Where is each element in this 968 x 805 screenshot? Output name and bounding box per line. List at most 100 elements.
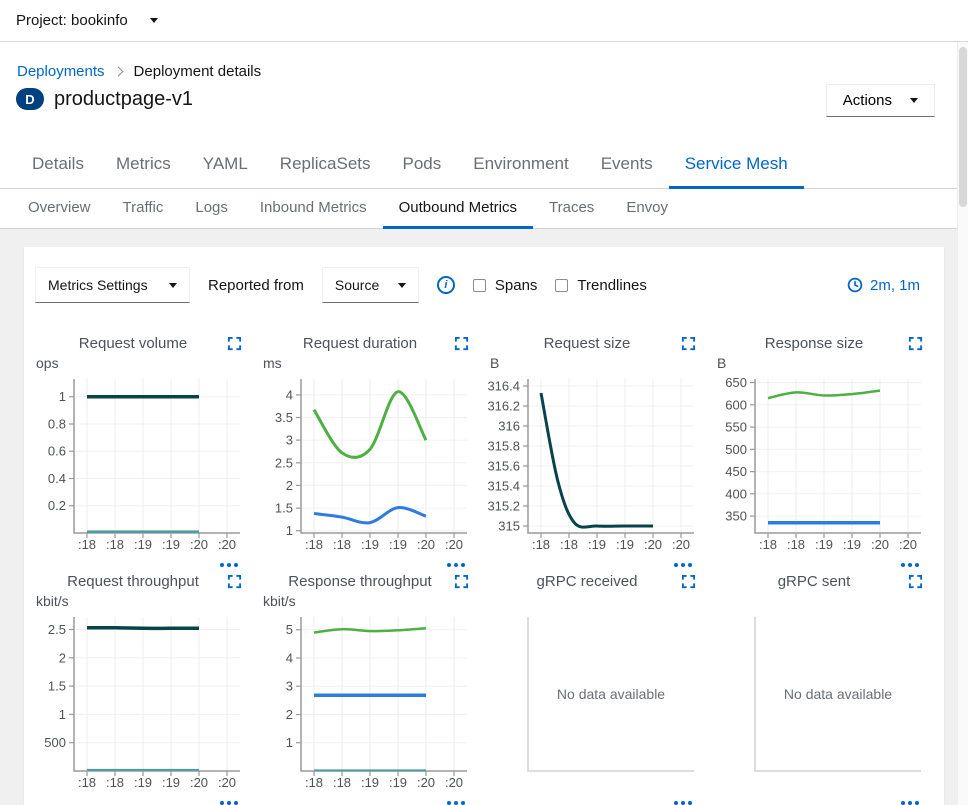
chart-unit-label: kbit/s: [36, 593, 252, 611]
svg-text::19: :19: [815, 537, 833, 552]
chart-unit-label: [490, 593, 706, 611]
chart-header: gRPC received: [488, 573, 706, 593]
chart-kebab-menu[interactable]: [715, 801, 933, 805]
chart-kebab-menu[interactable]: [261, 563, 479, 567]
svg-text::18: :18: [78, 537, 96, 552]
expand-icon[interactable]: [227, 574, 242, 589]
svg-text:450: 450: [725, 464, 747, 479]
chart-title: Request duration: [303, 335, 417, 352]
tab-service-mesh[interactable]: Service Mesh: [669, 142, 804, 189]
chart-plot: No data available: [715, 611, 933, 797]
expand-icon[interactable]: [681, 336, 696, 351]
expand-icon[interactable]: [681, 574, 696, 589]
svg-text::19: :19: [361, 537, 379, 552]
tab-details[interactable]: Details: [16, 142, 100, 189]
metrics-card: Metrics Settings Reported from Source i …: [24, 247, 944, 805]
chart-unit-label: kbit/s: [263, 593, 479, 611]
time-range-button[interactable]: 2m, 1m: [847, 277, 920, 294]
svg-text::18: :18: [560, 537, 578, 552]
secondary-tabs: OverviewTrafficLogsInbound MetricsOutbou…: [0, 189, 968, 229]
svg-text:500: 500: [725, 442, 747, 457]
metrics-toolbar: Metrics Settings Reported from Source i …: [35, 267, 920, 303]
source-dropdown[interactable]: Source: [322, 267, 419, 303]
svg-text:1.5: 1.5: [48, 679, 66, 694]
subtab-traffic[interactable]: Traffic: [107, 189, 180, 229]
subtab-overview[interactable]: Overview: [12, 189, 107, 229]
svg-text:315.8: 315.8: [488, 439, 520, 454]
charts-grid: Request volumeops0.20.40.60.81:18:18:19:…: [34, 335, 934, 805]
svg-text::20: :20: [899, 537, 917, 552]
chart-plot: 0.20.40.60.81:18:18:19:19:20:20: [34, 373, 252, 559]
expand-icon[interactable]: [908, 574, 923, 589]
svg-text:No data available: No data available: [557, 686, 665, 702]
svg-text::18: :18: [787, 537, 805, 552]
spans-label: Spans: [495, 277, 538, 294]
chart-kebab-menu[interactable]: [715, 563, 933, 567]
svg-text:1: 1: [59, 707, 66, 722]
svg-text::18: :18: [333, 537, 351, 552]
trendlines-checkbox[interactable]: Trendlines: [555, 277, 646, 294]
svg-text::19: :19: [162, 537, 180, 552]
chart-header: Request size: [488, 335, 706, 355]
breadcrumb-link-deployments[interactable]: Deployments: [17, 63, 105, 80]
svg-text:4: 4: [286, 387, 293, 402]
svg-text::19: :19: [162, 775, 180, 790]
chart-plot: No data available: [488, 611, 706, 797]
tab-metrics[interactable]: Metrics: [100, 142, 187, 189]
chart-grpc-sent: gRPC sent No data available: [715, 573, 933, 805]
chart-kebab-menu[interactable]: [34, 563, 252, 567]
chart-grpc-received: gRPC received No data available: [488, 573, 706, 805]
page-header: Deployments Deployment details D product…: [0, 42, 968, 229]
subtab-envoy[interactable]: Envoy: [610, 189, 684, 229]
svg-text::20: :20: [417, 775, 435, 790]
caret-down-icon: [910, 98, 918, 103]
subtab-logs[interactable]: Logs: [179, 189, 244, 229]
expand-icon[interactable]: [908, 336, 923, 351]
svg-text:315.2: 315.2: [488, 499, 520, 514]
caret-down-icon: [169, 283, 177, 288]
expand-icon[interactable]: [227, 336, 242, 351]
svg-text:316: 316: [498, 419, 520, 434]
chart-kebab-menu[interactable]: [34, 801, 252, 805]
chart-unit-label: [717, 593, 933, 611]
project-switcher[interactable]: Project: bookinfo: [16, 12, 158, 29]
svg-text::20: :20: [218, 775, 236, 790]
svg-text::18: :18: [305, 775, 323, 790]
spans-checkbox[interactable]: Spans: [473, 277, 538, 294]
info-icon[interactable]: i: [437, 276, 455, 294]
svg-text::20: :20: [445, 537, 463, 552]
chart-kebab-menu[interactable]: [488, 563, 706, 567]
svg-text::20: :20: [218, 537, 236, 552]
chart-title: gRPC received: [537, 573, 638, 590]
chart-kebab-menu[interactable]: [261, 801, 479, 805]
tab-environment[interactable]: Environment: [457, 142, 584, 189]
expand-icon[interactable]: [454, 574, 469, 589]
vertical-scrollbar[interactable]: [957, 42, 968, 805]
svg-text::18: :18: [759, 537, 777, 552]
chart-header: gRPC sent: [715, 573, 933, 593]
expand-icon[interactable]: [454, 336, 469, 351]
tab-replicasets[interactable]: ReplicaSets: [264, 142, 387, 189]
subtab-inbound-metrics[interactable]: Inbound Metrics: [244, 189, 383, 229]
actions-button[interactable]: Actions: [826, 84, 935, 117]
svg-text::18: :18: [106, 537, 124, 552]
tab-yaml[interactable]: YAML: [187, 142, 264, 189]
svg-text:315.6: 315.6: [488, 459, 520, 474]
svg-text::20: :20: [417, 537, 435, 552]
chart-request-throughput: Request throughputkbit/s50011.522.5:18:1…: [34, 573, 252, 805]
checkbox-box[interactable]: [555, 279, 568, 292]
svg-text:650: 650: [725, 375, 747, 390]
metrics-settings-dropdown[interactable]: Metrics Settings: [35, 267, 190, 303]
caret-down-icon: [398, 283, 406, 288]
chart-plot: 50011.522.5:18:18:19:19:20:20: [34, 611, 252, 797]
svg-text::20: :20: [871, 537, 889, 552]
tab-events[interactable]: Events: [585, 142, 669, 189]
chart-kebab-menu[interactable]: [488, 801, 706, 805]
checkbox-box[interactable]: [473, 279, 486, 292]
svg-text::19: :19: [616, 537, 634, 552]
svg-text::18: :18: [78, 775, 96, 790]
subtab-traces[interactable]: Traces: [533, 189, 610, 229]
tab-pods[interactable]: Pods: [387, 142, 458, 189]
scrollbar-thumb[interactable]: [959, 47, 967, 207]
subtab-outbound-metrics[interactable]: Outbound Metrics: [383, 189, 533, 229]
